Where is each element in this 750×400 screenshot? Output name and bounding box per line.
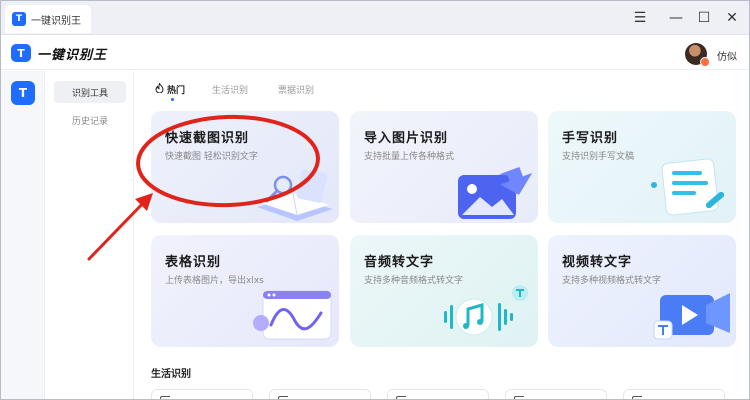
handwriting-doc-icon — [651, 158, 725, 216]
card-title: 导入图片识别 — [364, 131, 449, 146]
tab-hot[interactable]: 热门 — [155, 82, 186, 96]
import-image-icon — [458, 166, 533, 219]
scan-frame-icon — [160, 396, 170, 399]
audio-wave-icon — [444, 285, 528, 336]
card-title: 音频转文字 — [364, 255, 435, 270]
card-subtitle: 快速截图 轻松识别文字 — [165, 152, 258, 162]
card-title: 表格识别 — [165, 255, 222, 270]
close-button[interactable]: ✕ — [721, 8, 743, 28]
app-name: 一键识别王 — [37, 48, 108, 63]
section-title: 生活识别 — [151, 369, 191, 380]
life-tool-card[interactable] — [505, 389, 607, 399]
scan-frame-icon — [278, 396, 288, 399]
avatar[interactable] — [685, 43, 710, 67]
tab-receipt[interactable]: 票据识别 — [278, 83, 314, 96]
card-screenshot-ocr[interactable]: 快速截图识别 快速截图 轻松识别文字 — [151, 111, 339, 223]
maximize-button[interactable]: ☐ — [693, 8, 715, 28]
life-tool-card[interactable] — [387, 389, 489, 399]
main-content: 热门 生活识别 票据识别 快速截图识别 快速截图 轻松识别文字 导入图片识别 支… — [135, 71, 749, 399]
card-import-image[interactable]: 导入图片识别 支持批量上传各种格式 — [350, 111, 538, 223]
icon-rail: T — [1, 71, 45, 399]
sidebar-item-tools[interactable]: 识别工具 — [54, 81, 126, 103]
vip-badge-icon — [700, 57, 710, 67]
card-video-to-text[interactable]: 视频转文字 支持多种视频格式转文字 — [548, 235, 736, 347]
card-title: 视频转文字 — [562, 255, 633, 270]
card-audio-to-text[interactable]: 音频转文字 支持多种音频格式转文字 — [350, 235, 538, 347]
life-tool-card[interactable] — [623, 389, 725, 399]
video-play-icon — [653, 293, 730, 340]
scan-frame-icon — [514, 396, 524, 399]
fire-icon — [155, 82, 164, 96]
card-title: 手写识别 — [562, 131, 619, 146]
card-table-ocr[interactable]: 表格识别 上传表格图片，导出xlxs — [151, 235, 339, 347]
card-handwriting[interactable]: 手写识别 支持识别手写文稿 — [548, 111, 736, 223]
sidebar-item-history[interactable]: 历史记录 — [54, 109, 126, 131]
card-subtitle: 支持批量上传各种格式 — [364, 152, 455, 162]
life-tool-card[interactable] — [151, 389, 253, 399]
window-tab-title: 一键识别王 — [31, 15, 81, 27]
sidebar-nav: 识别工具 历史记录 — [46, 71, 134, 399]
card-title: 快速截图识别 — [165, 131, 250, 146]
window-tab[interactable]: T 一键识别王 — [5, 5, 91, 33]
active-tab-indicator — [171, 98, 174, 101]
table-chart-icon — [253, 290, 332, 340]
tab-life[interactable]: 生活识别 — [212, 83, 248, 96]
card-subtitle: 支持识别手写文稿 — [562, 152, 635, 162]
app-window: T 一键识别王 ☰ — ☐ ✕ T 一键识别王 仿似 T 识别工具 历史记录 热… — [0, 0, 750, 400]
life-tool-card[interactable] — [269, 389, 371, 399]
title-bar: T 一键识别王 ☰ — ☐ ✕ — [1, 1, 749, 35]
app-tab-icon: T — [12, 12, 26, 26]
recognition-tool-icon[interactable]: T — [11, 81, 35, 105]
app-logo-icon: T — [11, 44, 31, 62]
app-header: T 一键识别王 仿似 — [1, 36, 749, 70]
minimize-button[interactable]: — — [665, 8, 687, 28]
scan-frame-icon — [632, 396, 642, 399]
scan-frame-icon — [396, 396, 406, 399]
username[interactable]: 仿似 — [717, 48, 737, 63]
book-magnifier-icon — [257, 169, 333, 221]
tab-hot-label: 热门 — [167, 86, 186, 96]
menu-icon[interactable]: ☰ — [629, 8, 651, 28]
